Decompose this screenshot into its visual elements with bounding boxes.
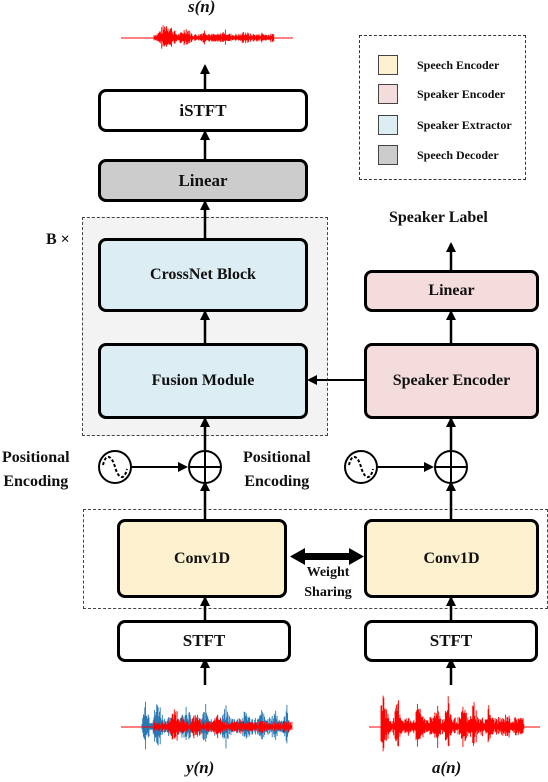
weight-sharing-label: Weight Sharing: [290, 563, 366, 603]
enrollment-signal-label: a(n): [432, 758, 462, 777]
legend-swatch-speaker-encoder: [378, 84, 398, 104]
legend-swatch-speech-decoder: [378, 145, 398, 165]
repeat-label: B ×: [46, 231, 70, 248]
stft-left-block[interactable]: STFT: [117, 620, 291, 662]
waveform-mixture: [121, 701, 293, 750]
pe-right-line-1: Positional: [243, 449, 311, 466]
weight-sharing-line-2: Sharing: [304, 585, 352, 600]
mixture-signal-label: y(n): [186, 758, 215, 777]
add-icon-right: [434, 450, 468, 484]
speaker-linear-block[interactable]: Linear: [364, 270, 539, 312]
legend-item-speaker-encoder: Speaker Encoder: [378, 84, 505, 104]
speaker-label-text: Speaker Label: [389, 209, 488, 226]
positional-encoding-label-left: Positional Encoding: [2, 446, 70, 494]
legend-label: Speech Decoder: [417, 147, 499, 162]
decoder-linear-block[interactable]: Linear: [98, 159, 308, 202]
add-icon-left: [188, 450, 222, 484]
legend-label: Speech Encoder: [417, 57, 500, 72]
pe-left-line-1: Positional: [2, 449, 70, 466]
speaker-encoder-block[interactable]: Speaker Encoder: [364, 343, 539, 419]
pe-right-line-2: Encoding: [244, 473, 310, 490]
legend-swatch-speech-encoder: [378, 55, 398, 75]
positional-encoding-icon-left: [98, 450, 132, 484]
legend-label: Speaker Extractor: [417, 117, 512, 132]
legend-item-speech-decoder: Speech Decoder: [378, 145, 499, 165]
positional-encoding-label-right: Positional Encoding: [243, 446, 311, 494]
pe-left-line-2: Encoding: [3, 473, 69, 490]
legend: Speech Encoder Speaker Encoder Speaker E…: [359, 35, 526, 180]
conv1d-left-block[interactable]: Conv1D: [117, 519, 287, 598]
stft-right-block[interactable]: STFT: [364, 620, 538, 662]
conv1d-right-block[interactable]: Conv1D: [364, 519, 539, 598]
legend-swatch-speaker-extractor: [378, 115, 398, 135]
istft-block[interactable]: iSTFT: [98, 89, 308, 132]
crossnet-block[interactable]: CrossNet Block: [98, 238, 308, 312]
weight-sharing-line-1: Weight: [306, 565, 350, 580]
fusion-module-block[interactable]: Fusion Module: [98, 343, 308, 419]
output-signal-label: s(n): [188, 0, 216, 16]
waveform-output: [121, 25, 293, 49]
positional-encoding-icon-right: [344, 450, 378, 484]
waveform-enrollment: [369, 695, 540, 752]
legend-item-speaker-extractor: Speaker Extractor: [378, 115, 512, 135]
legend-label: Speaker Encoder: [417, 86, 506, 101]
legend-item-speech-encoder: Speech Encoder: [378, 55, 499, 75]
